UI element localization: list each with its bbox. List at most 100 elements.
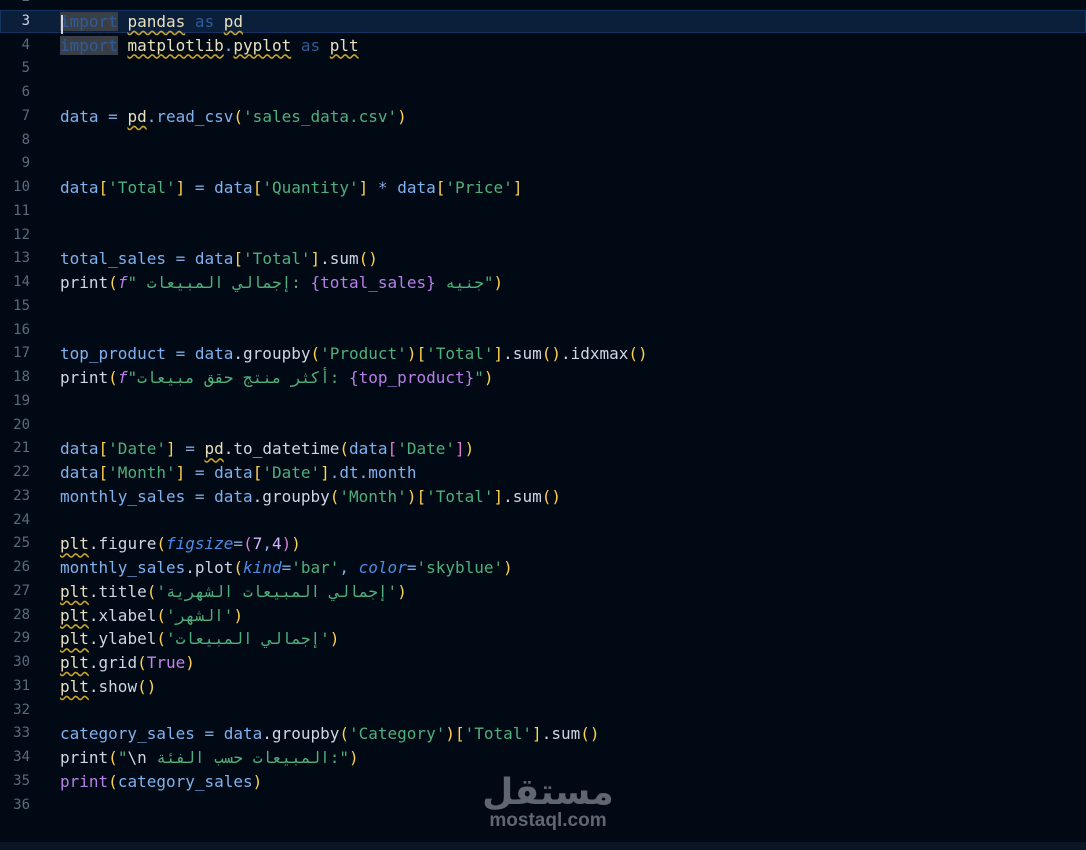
code-token: 'إجمالي المبيعات' xyxy=(165,629,330,649)
code-token: plt xyxy=(60,605,89,625)
code-text[interactable]: print(f" إجمالي المبيعات: {total_sales} … xyxy=(60,271,503,294)
code-line[interactable]: 22 data['Month'] = data['Date'].dt.month xyxy=(0,461,1086,484)
code-token: True xyxy=(146,653,186,672)
code-token: 'Total' xyxy=(243,249,311,269)
code-line[interactable]: 34 print("\n المبيعات حسب الفئة:") xyxy=(0,746,1086,769)
code-line[interactable]: 30 plt.grid(True) xyxy=(0,651,1086,674)
code-line[interactable]: 23 monthly_sales = data.groupby('Month')[… xyxy=(0,485,1086,508)
code-line[interactable]: 20 xyxy=(0,414,1086,437)
code-line[interactable]: 10 data['Total'] = data['Quantity'] * dat… xyxy=(0,176,1086,199)
code-text[interactable]: plt.figure(figsize=(7,4)) xyxy=(60,532,301,555)
code-token: 'Category' xyxy=(349,724,446,744)
code-text[interactable]: import matplotlib.pyplot as plt xyxy=(60,34,359,57)
code-text[interactable]: plt.show() xyxy=(60,675,156,698)
code-line[interactable]: 9 xyxy=(0,152,1086,175)
code-line[interactable]: 3 import pandas as pd xyxy=(0,9,1086,33)
line-number: 4 xyxy=(21,36,30,53)
code-text[interactable]: data = pd.read_csv('sales_data.csv') xyxy=(60,105,407,128)
code-line[interactable]: 11 xyxy=(0,200,1086,223)
text-cursor xyxy=(61,15,63,34)
code-editor[interactable]: 23import pandas as pd 4 import matplotlib.… xyxy=(0,0,1086,842)
code-token: .dt.month xyxy=(329,463,417,482)
line-number: 30 xyxy=(13,654,30,670)
code-text[interactable]: plt.xlabel('الشهر') xyxy=(60,604,243,627)
code-line[interactable]: 27 plt.title('إجمالي المبيعات الشهرية') xyxy=(0,580,1086,603)
code-token: [ xyxy=(252,463,263,482)
code-line[interactable]: 4 import matplotlib.pyplot as plt xyxy=(0,34,1086,57)
code-text[interactable]: data['Month'] = data['Date'].dt.month xyxy=(60,461,416,484)
code-token: plt xyxy=(60,676,89,696)
code-text[interactable]: plt.grid(True) xyxy=(60,651,195,674)
code-text[interactable]: print(category_sales) xyxy=(60,770,262,793)
code-text[interactable]: monthly_sales.plot(kind='bar', color='sk… xyxy=(60,556,513,579)
code-line[interactable]: 13 total_sales = data['Total'].sum() xyxy=(0,247,1086,270)
code-text[interactable]: import pandas as pd xyxy=(60,10,243,33)
code-text[interactable]: print(f"أكثر منتج حقق مبيعات: {top_produ… xyxy=(60,366,494,389)
code-token: data xyxy=(60,178,99,197)
code-token: {total_sales} xyxy=(310,273,436,292)
code-line[interactable]: 15 xyxy=(0,295,1086,318)
code-token: top_product xyxy=(60,344,166,364)
code-token: " إجمالي المبيعات: xyxy=(127,273,311,292)
code-token: = xyxy=(281,558,292,577)
code-text[interactable]: print("\n المبيعات حسب الفئة:") xyxy=(60,746,359,769)
code-line[interactable]: 31 plt.show() xyxy=(0,675,1086,698)
code-token: ( xyxy=(137,653,147,672)
code-line[interactable]: 16 xyxy=(0,319,1086,342)
code-token: import xyxy=(60,35,118,55)
line-number: 34 xyxy=(13,749,30,765)
code-token: 'Date' xyxy=(108,439,166,459)
code-text[interactable]: monthly_sales = data.groupby('Month')['T… xyxy=(60,485,561,508)
code-token: [ xyxy=(98,439,109,459)
code-token: ) xyxy=(233,605,244,625)
code-token: .title xyxy=(88,581,147,601)
code-line[interactable]: 8 xyxy=(0,129,1086,152)
code-token: print xyxy=(60,273,109,292)
code-token: * xyxy=(368,178,398,197)
code-text[interactable]: top_product = data.groupby('Product')['T… xyxy=(60,342,648,365)
code-line[interactable]: 17 top_product = data.groupby('Product')[… xyxy=(0,342,1086,365)
code-text[interactable]: data['Total'] = data['Quantity'] * data[… xyxy=(60,176,522,199)
code-line[interactable]: 33 category_sales = data.groupby('Categor… xyxy=(0,722,1086,745)
code-token: [ xyxy=(98,178,109,197)
code-text[interactable]: data['Date'] = pd.to_datetime(data['Date… xyxy=(60,437,474,460)
code-token: ) xyxy=(464,439,475,459)
code-line[interactable]: 5 xyxy=(0,57,1086,80)
code-token: () xyxy=(541,486,561,506)
code-line[interactable]: 18 print(f"أكثر منتج حقق مبيعات: {top_pro… xyxy=(0,366,1086,389)
line-number: 8 xyxy=(21,131,30,148)
code-token: جنيه" xyxy=(435,273,494,292)
code-text[interactable]: plt.ylabel('إجمالي المبيعات') xyxy=(60,627,339,650)
code-line[interactable]: 24 xyxy=(0,509,1086,532)
code-text[interactable]: total_sales = data['Total'].sum() xyxy=(60,247,378,270)
code-line[interactable]: 28 plt.xlabel('الشهر') xyxy=(0,604,1086,627)
code-line[interactable]: 12 xyxy=(0,224,1086,247)
code-line[interactable]: 29 plt.ylabel('إجمالي المبيعات') xyxy=(0,627,1086,650)
line-number: 20 xyxy=(13,416,30,433)
code-token: ( xyxy=(310,344,321,364)
code-line[interactable]: 6 xyxy=(0,81,1086,104)
code-token: ) xyxy=(185,653,195,672)
code-line[interactable]: 19 xyxy=(0,390,1086,413)
line-number: 24 xyxy=(13,511,30,528)
code-token: ] xyxy=(512,178,523,197)
code-token: print xyxy=(60,368,109,387)
code-line[interactable]: 7 data = pd.read_csv('sales_data.csv') xyxy=(0,105,1086,128)
code-token: 'sales_data.csv' xyxy=(243,106,398,126)
code-token: 'Total' xyxy=(426,344,494,364)
code-token: color xyxy=(358,558,407,577)
code-token: data xyxy=(214,463,253,482)
code-text[interactable]: plt.title('إجمالي المبيعات الشهرية') xyxy=(60,580,407,603)
line-number: 21 xyxy=(13,440,30,457)
code-text[interactable]: category_sales = data.groupby('Category'… xyxy=(60,722,599,745)
code-line[interactable]: 32 xyxy=(0,699,1086,722)
line-number: 9 xyxy=(21,155,30,172)
code-token: , xyxy=(339,558,359,577)
code-line[interactable]: 2 xyxy=(0,0,1086,9)
code-line[interactable]: 26 monthly_sales.plot(kind='bar', color='… xyxy=(0,556,1086,579)
line-number: 36 xyxy=(13,796,30,813)
code-line[interactable]: 25 plt.figure(figsize=(7,4)) xyxy=(0,532,1086,555)
code-line[interactable]: 21 data['Date'] = pd.to_datetime(data['Da… xyxy=(0,437,1086,460)
code-token: 'الشهر' xyxy=(165,605,234,625)
code-line[interactable]: 14 print(f" إجمالي المبيعات: {total_sales… xyxy=(0,271,1086,294)
